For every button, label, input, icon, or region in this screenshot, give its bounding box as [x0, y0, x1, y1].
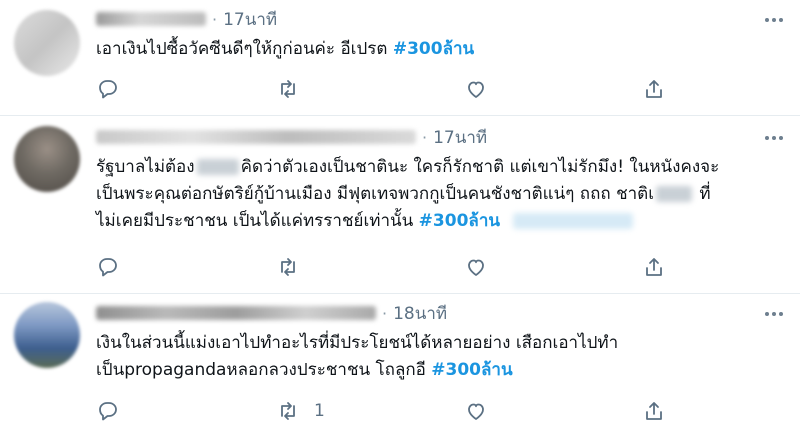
- tweet-timestamp[interactable]: 18นาที: [393, 300, 447, 327]
- tweet-text: เอาเงินไปซื้อวัคซีนดีๆให้กูก่อนค่ะ อีเปร…: [96, 36, 780, 63]
- tweet-timestamp[interactable]: 17นาที: [223, 6, 277, 33]
- hashtag-link[interactable]: #300ล้าน: [419, 211, 500, 231]
- separator-dot: ·: [422, 127, 428, 147]
- share-icon: [646, 258, 662, 276]
- tweet-text: รัฐบาลไม่ต้อง คิดว่าตัวเองเป็นชาตินะ ใครก…: [96, 154, 780, 235]
- like-icon: [468, 403, 484, 420]
- like-icon: [468, 259, 484, 276]
- reply-icon: [99, 258, 117, 277]
- retweet-icon: [281, 402, 295, 420]
- separator-dot: ·: [382, 303, 388, 323]
- retweet-button[interactable]: [276, 254, 314, 280]
- tweet-header: · 17นาที: [96, 126, 487, 148]
- tweet-text-line: รัฐบาลไม่ต้อง คิดว่าตัวเองเป็นชาตินะ ใครก…: [96, 157, 720, 177]
- tweet-text-line: เป็นpropagandaหลอกลวงประชาชน โถลูกอี #30…: [96, 360, 513, 380]
- share-icon: [646, 80, 662, 98]
- redacted-hashtag: [513, 213, 634, 229]
- retweet-count: 1: [314, 401, 325, 421]
- hashtag-link[interactable]: #300ล้าน: [431, 360, 512, 380]
- redacted-word: [196, 159, 239, 175]
- reply-icon: [99, 402, 117, 421]
- separator-dot: ·: [212, 9, 218, 29]
- more-icon[interactable]: [762, 10, 786, 30]
- tweet-timestamp[interactable]: 17นาที: [433, 124, 487, 151]
- author-name-redacted[interactable]: [96, 306, 376, 320]
- reply-button[interactable]: [96, 76, 120, 102]
- retweet-icon: [281, 258, 295, 276]
- author-name-redacted[interactable]: [96, 12, 206, 26]
- tweet-header: · 18นาที: [96, 302, 447, 324]
- like-icon: [468, 81, 484, 98]
- retweet-button[interactable]: 1: [276, 398, 325, 424]
- tweet-header: · 17นาที: [96, 8, 277, 30]
- more-icon[interactable]: [762, 304, 786, 324]
- share-icon: [646, 402, 662, 420]
- retweet-button[interactable]: [276, 76, 314, 102]
- tweet-actions: [96, 254, 716, 280]
- tweet-text-line: เงินในส่วนนี้แม่งเอาไปทำอะไรที่มีประโยชน…: [96, 333, 619, 353]
- tweet[interactable]: · 18นาที เงินในส่วนนี้แม่งเอาไปทำอะไรที่…: [0, 294, 800, 422]
- reply-button[interactable]: [96, 254, 120, 280]
- retweet-icon: [281, 80, 295, 98]
- author-name-redacted[interactable]: [96, 130, 416, 144]
- tweet-feed: · 17นาที เอาเงินไปซื้อวัคซีนดีๆให้กูก่อน…: [0, 0, 800, 422]
- share-button[interactable]: [642, 76, 666, 102]
- reply-button[interactable]: [96, 398, 120, 424]
- tweet-text-line: ไม่เคยมีประชาชน เป็นได้แค่ทรราชย์เท่านั้…: [96, 208, 780, 235]
- avatar[interactable]: [14, 10, 80, 76]
- tweet[interactable]: · 17นาที รัฐบาลไม่ต้อง คิดว่าตัวเองเป็นชา…: [0, 116, 800, 294]
- share-button[interactable]: [642, 398, 666, 424]
- tweet-text: เงินในส่วนนี้แม่งเอาไปทำอะไรที่มีประโยชน…: [96, 330, 780, 384]
- hashtag-link[interactable]: #300ล้าน: [393, 39, 474, 59]
- like-button[interactable]: [464, 76, 488, 102]
- like-button[interactable]: [464, 398, 488, 424]
- reply-icon: [99, 80, 117, 99]
- more-icon[interactable]: [762, 128, 786, 148]
- like-button[interactable]: [464, 254, 488, 280]
- tweet-text-line: เป็นพระคุณต่อกษัตริย์กู้บ้านเมือง มีฟุตเ…: [96, 184, 711, 204]
- share-button[interactable]: [642, 254, 666, 280]
- redacted-word: [656, 186, 693, 202]
- avatar[interactable]: [14, 302, 80, 368]
- tweet-text-line: เอาเงินไปซื้อวัคซีนดีๆให้กูก่อนค่ะ อีเปร…: [96, 39, 393, 59]
- avatar[interactable]: [14, 126, 80, 192]
- tweet-actions: [96, 76, 716, 102]
- tweet-actions: 1: [96, 398, 716, 424]
- tweet[interactable]: · 17นาที เอาเงินไปซื้อวัคซีนดีๆให้กูก่อน…: [0, 0, 800, 116]
